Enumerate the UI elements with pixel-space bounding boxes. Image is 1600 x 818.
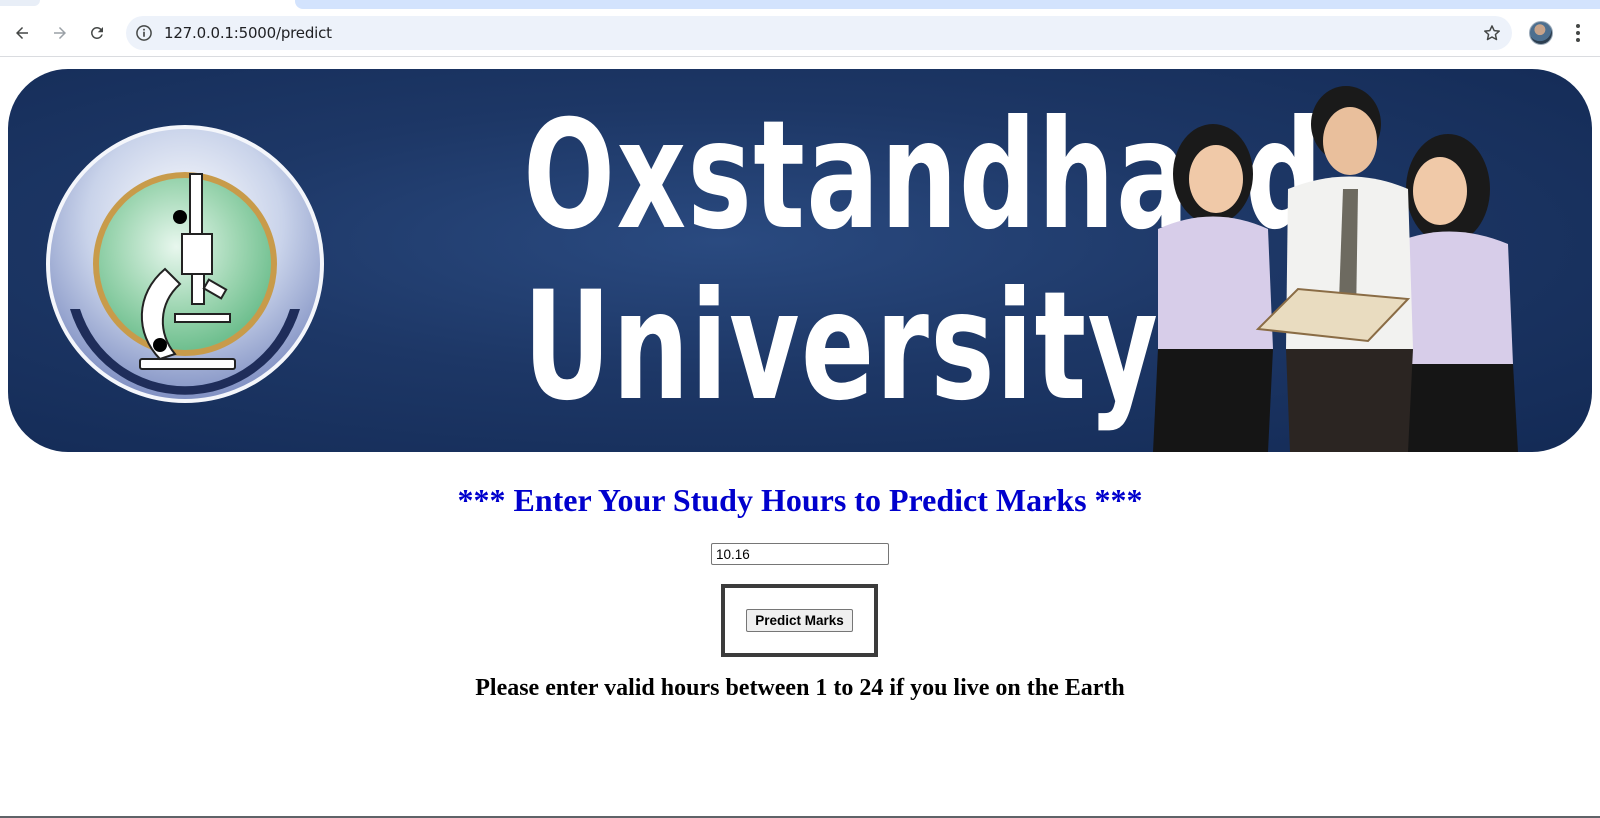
browser-toolbar: 127.0.0.1:5000/predict — [0, 10, 1600, 57]
site-info-icon[interactable] — [134, 23, 154, 43]
university-logo-microscope-icon — [46, 125, 324, 403]
banner-title-line2: University — [523, 260, 1160, 434]
study-hours-input[interactable] — [711, 543, 889, 565]
profile-avatar[interactable] — [1529, 21, 1553, 45]
active-tab-edge[interactable] — [0, 0, 40, 6]
page-heading: *** Enter Your Study Hours to Predict Ma… — [457, 482, 1143, 518]
forward-icon — [54, 27, 66, 39]
result-message: Please enter valid hours between 1 to 24… — [475, 675, 1125, 701]
back-icon — [16, 27, 28, 39]
tab-bar-background — [295, 0, 1600, 9]
predict-marks-button[interactable]: Predict Marks — [746, 609, 853, 632]
url-text[interactable]: 127.0.0.1:5000/predict — [164, 24, 332, 42]
tab-strip — [0, 0, 1600, 10]
back-button[interactable] — [8, 19, 36, 47]
university-banner: Oxstandhard University — [8, 69, 1592, 452]
banner-title: Oxstandhard University — [428, 89, 1324, 435]
address-bar[interactable]: 127.0.0.1:5000/predict — [126, 16, 1512, 50]
more-menu-icon[interactable] — [1568, 21, 1588, 45]
banner-title-line1: Oxstandhard — [523, 89, 1324, 263]
students-photo — [1153, 86, 1518, 452]
reload-icon — [91, 27, 103, 39]
forward-button[interactable] — [46, 19, 74, 47]
reload-button[interactable] — [83, 19, 111, 47]
bookmark-star-icon[interactable] — [1482, 23, 1502, 43]
